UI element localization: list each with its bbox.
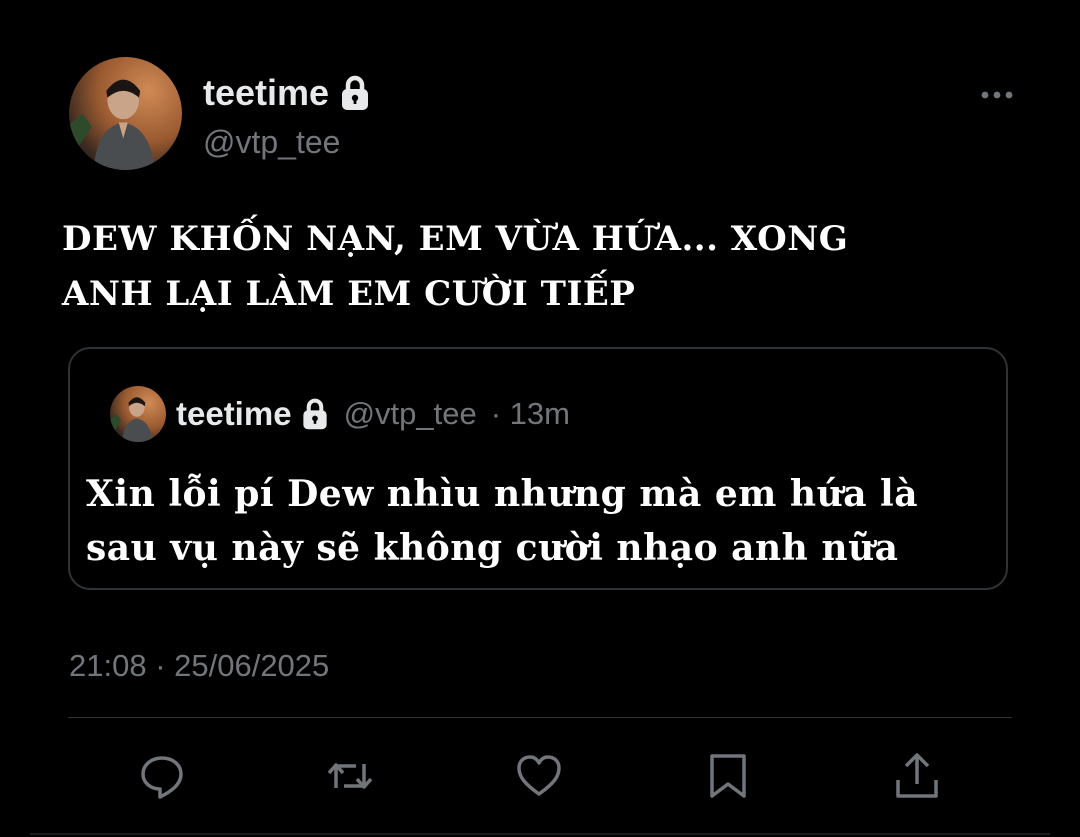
share-icon: [896, 753, 938, 798]
author-handle[interactable]: @vtp_tee: [203, 124, 340, 161]
quoted-tweet-text: Xin lỗi pí Dew nhìu nhưng mà em hứa là s…: [86, 467, 986, 575]
quoted-handle: @vtp_tee: [343, 396, 477, 431]
lock-icon: [342, 75, 369, 110]
like-button[interactable]: [515, 752, 563, 800]
tweet-text: DEW KHỐN NẠN, EM VỪA HỨA... XONG ANH LẠI…: [62, 212, 962, 322]
quoted-text-line: Xin lỗi pí Dew nhìu nhưng mà em hứa là: [86, 473, 919, 515]
retweet-button[interactable]: [326, 752, 374, 800]
quoted-display-name: teetime: [176, 395, 292, 432]
quoted-author-avatar: [110, 386, 166, 442]
retweet-icon: [327, 763, 373, 789]
lock-icon: [302, 398, 327, 430]
reply-button[interactable]: [138, 752, 186, 800]
tweet-timestamp[interactable]: 21:08 · 25/06/2025: [69, 648, 329, 684]
author-name-row[interactable]: teetime: [203, 72, 371, 114]
quoted-tweet-card[interactable]: teetime @vtp_tee · 13m Xin lỗi pí Dew nh…: [68, 347, 1008, 590]
bookmark-icon: [710, 754, 746, 798]
divider: [68, 717, 1012, 718]
bookmark-button[interactable]: [704, 752, 752, 800]
author-avatar[interactable]: [69, 57, 182, 170]
quoted-text-line: sau vụ này sẽ không cười nhạo anh nữa: [86, 527, 899, 569]
reply-icon: [141, 756, 183, 799]
like-icon: [517, 755, 561, 796]
quoted-time: · 13m: [490, 396, 570, 431]
author-display-name[interactable]: teetime: [203, 72, 329, 114]
tweet-text-line: ANH LẠI LÀM EM CƯỜI TIẾP: [62, 274, 636, 314]
bottom-divider: [30, 833, 1050, 835]
quoted-author-row: teetime @vtp_tee · 13m: [176, 395, 570, 433]
tweet-text-line: DEW KHỐN NẠN, EM VỪA HỨA... XONG: [62, 219, 849, 259]
more-options-icon[interactable]: [980, 86, 1014, 104]
share-button[interactable]: [893, 752, 941, 800]
